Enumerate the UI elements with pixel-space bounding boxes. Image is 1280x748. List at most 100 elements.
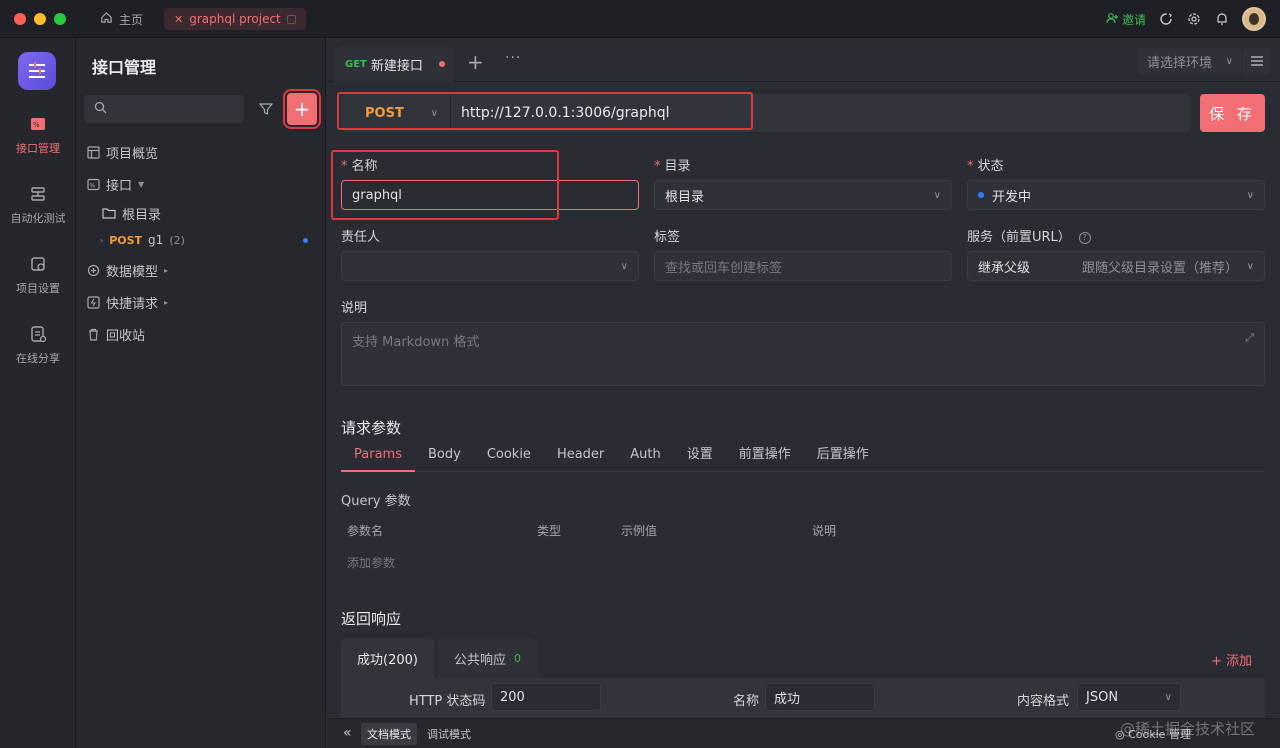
description-label: 说明	[341, 301, 368, 316]
owner-select[interactable]: ∨	[341, 251, 639, 281]
rail-item-share[interactable]: 在线分享	[0, 324, 76, 366]
overview-icon	[86, 145, 100, 159]
tree-item-data-models[interactable]: 数据模型 ▸	[86, 254, 316, 286]
add-param-input[interactable]: 添加参数	[347, 554, 395, 571]
invite-label: 邀请	[1121, 12, 1146, 27]
folder-value: 根目录	[665, 189, 705, 205]
description-textarea[interactable]: 支持 Markdown 格式 ⤢	[341, 322, 1265, 386]
tree-item-label: 根目录	[122, 207, 162, 223]
tab-params[interactable]: Params	[341, 440, 415, 472]
trash-icon	[86, 327, 100, 341]
close-window-button[interactable]	[14, 13, 26, 25]
tab-header[interactable]: Header	[544, 440, 617, 472]
tab-auth[interactable]: Auth	[617, 440, 673, 472]
tree-item-root-folder[interactable]: 根目录	[86, 200, 316, 226]
tab-cookie[interactable]: Cookie	[474, 440, 544, 472]
save-button[interactable]: 保 存	[1200, 94, 1265, 132]
doc-mode-button[interactable]: 文档模式	[361, 723, 417, 745]
tab-lock-icon	[286, 14, 296, 24]
project-tab-label: graphql project	[189, 12, 281, 26]
tab-response-public[interactable]: 公共响应 0	[437, 638, 537, 678]
project-tab[interactable]: ✕ graphql project	[164, 8, 306, 30]
column-header: 类型	[537, 524, 562, 538]
search-icon	[94, 101, 107, 118]
invite-button[interactable]: 邀请	[1106, 11, 1146, 28]
svg-text:%: %	[33, 121, 40, 129]
svg-text:%: %	[89, 182, 95, 189]
add-response-button[interactable]: + 添加	[1211, 650, 1252, 669]
response-name-input[interactable]: 成功	[765, 683, 875, 711]
tab-settings[interactable]: 设置	[674, 440, 726, 472]
tags-input[interactable]: 查找或回车创建标签	[654, 251, 952, 281]
service-select[interactable]: 继承父级 跟随父级目录设置（推荐） ∨	[967, 251, 1265, 281]
tree-item-quick-request[interactable]: 快捷请求 ▸	[86, 286, 316, 318]
tree-item-label: 接口	[106, 178, 133, 194]
hamburger-menu-icon[interactable]	[1243, 48, 1271, 74]
add-api-button[interactable]: +	[283, 89, 321, 129]
status-select[interactable]: 开发中 ∨	[967, 180, 1265, 210]
tags-label: 标签	[654, 230, 681, 245]
tab-pre-processors[interactable]: 前置操作	[726, 440, 804, 472]
method-badge: POST	[109, 233, 143, 247]
filter-icon[interactable]	[252, 95, 280, 123]
name-highlight-box	[331, 150, 559, 220]
maximize-window-button[interactable]	[54, 13, 66, 25]
owner-label: 责任人	[341, 230, 381, 245]
tab-method-badge: GET	[345, 58, 367, 70]
collapse-sidebar-icon[interactable]: «	[343, 725, 352, 741]
tab-post-processors[interactable]: 后置操作	[804, 440, 882, 472]
tree-item-overview[interactable]: 项目概览	[86, 136, 316, 168]
column-header: 示例值	[621, 524, 658, 538]
quick-request-icon	[86, 295, 100, 309]
chevron-down-icon: ∨	[1225, 55, 1233, 67]
url-highlight-box	[337, 92, 753, 130]
http-code-input[interactable]: 200	[491, 683, 601, 711]
environment-select[interactable]: 请选择环境 ∨	[1137, 48, 1241, 74]
expand-icon[interactable]: ⤢	[1245, 331, 1254, 345]
tab-response-success[interactable]: 成功(200)	[341, 638, 434, 678]
rail-item-label: 项目设置	[16, 282, 60, 295]
more-tabs-icon[interactable]: ···	[505, 50, 521, 66]
content-format-select[interactable]: JSON ∨	[1077, 683, 1181, 711]
rail-item-project-settings[interactable]: 项目设置	[0, 254, 76, 296]
settings-gear-icon[interactable]	[1186, 11, 1202, 27]
project-settings-icon	[28, 254, 48, 274]
add-user-icon	[1106, 12, 1118, 27]
app-rail: % 接口管理 自动化测试 项目设置 在线分享	[0, 38, 76, 748]
home-tab[interactable]: 主页	[100, 10, 143, 28]
folder-select[interactable]: 根目录 ∨	[654, 180, 952, 210]
notification-bell-icon[interactable]	[1214, 11, 1230, 27]
content-format-label: 内容格式	[1017, 694, 1070, 709]
folder-icon	[102, 206, 116, 220]
http-code-label: HTTP 状态码	[409, 694, 486, 709]
response-panel: HTTP 状态码 200 名称 成功 内容格式 JSON ∨	[341, 678, 1265, 718]
column-header: 参数名	[347, 524, 384, 538]
chevron-down-icon: ∨	[1246, 189, 1254, 201]
rail-item-automation[interactable]: 自动化测试	[0, 184, 76, 226]
tree-item-recycle-bin[interactable]: 回收站	[86, 318, 316, 350]
sidebar-search-input[interactable]	[84, 95, 244, 123]
new-tab-plus-icon[interactable]: +	[467, 50, 484, 74]
main-panel: GET 新建接口 + ··· 请选择环境 ∨ POST ∨ http://127…	[327, 38, 1280, 748]
data-model-icon	[86, 263, 100, 277]
chevron-down-icon: ∨	[933, 189, 941, 201]
debug-mode-button[interactable]: 调试模式	[421, 723, 477, 745]
plus-icon: +	[293, 97, 311, 121]
rail-item-api-management[interactable]: % 接口管理	[0, 114, 76, 156]
user-avatar[interactable]	[1242, 7, 1266, 31]
chevron-down-icon: ∨	[1164, 691, 1172, 703]
tab-new-api[interactable]: GET 新建接口	[335, 46, 453, 82]
environment-placeholder: 请选择环境	[1147, 55, 1213, 71]
response-name-label: 名称	[733, 694, 760, 709]
sync-icon[interactable]	[1158, 11, 1174, 27]
minimize-window-button[interactable]	[34, 13, 46, 25]
content-format-value: JSON	[1086, 689, 1119, 705]
tree-item-endpoint[interactable]: › POST g1 (2)	[86, 226, 316, 254]
tab-body[interactable]: Body	[415, 440, 474, 472]
tree-item-api[interactable]: % 接口 ▼	[86, 168, 316, 200]
close-tab-icon[interactable]: ✕	[174, 13, 183, 26]
help-icon[interactable]: ?	[1078, 231, 1091, 244]
description-placeholder: 支持 Markdown 格式	[352, 335, 480, 350]
caret-down-icon: ▼	[138, 179, 145, 189]
count-badge: 0	[513, 651, 521, 665]
